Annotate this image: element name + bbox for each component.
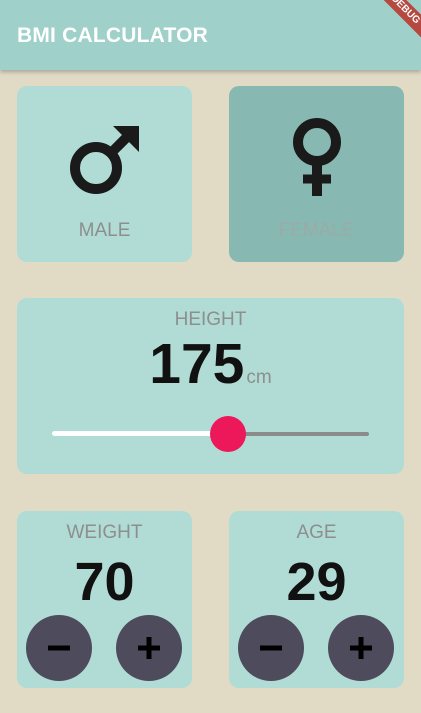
male-icon [67,122,143,198]
app-title: BMI CALCULATOR [17,24,209,47]
plus-icon [138,637,160,659]
age-plus-button[interactable] [328,615,394,681]
app-bar: BMI CALCULATOR DEBUG [0,0,421,70]
male-card[interactable]: MALE [17,86,192,262]
height-title: HEIGHT [174,309,247,330]
height-value-row: 175 cm [17,331,404,397]
height-unit: cm [246,367,272,388]
age-value: 29 [286,552,347,612]
male-label: MALE [78,220,131,241]
age-title: AGE [296,522,337,543]
height-slider-active-track[interactable] [52,431,228,436]
debug-banner: DEBUG [371,0,421,44]
female-icon [287,116,347,198]
weight-plus-button[interactable] [116,615,182,681]
weight-title: WEIGHT [66,522,143,543]
height-slider-thumb[interactable] [210,416,246,452]
height-value: 175 [149,332,245,396]
age-minus-button[interactable] [238,615,304,681]
minus-icon [48,645,70,651]
female-label: FEMALE [278,220,355,241]
weight-minus-button[interactable] [26,615,92,681]
height-slider-inactive-track[interactable] [228,432,369,436]
plus-icon [350,637,372,659]
weight-value: 70 [74,552,135,612]
female-card[interactable]: FEMALE [229,86,404,262]
height-card: HEIGHT 175 cm [17,298,404,474]
minus-icon [260,645,282,651]
